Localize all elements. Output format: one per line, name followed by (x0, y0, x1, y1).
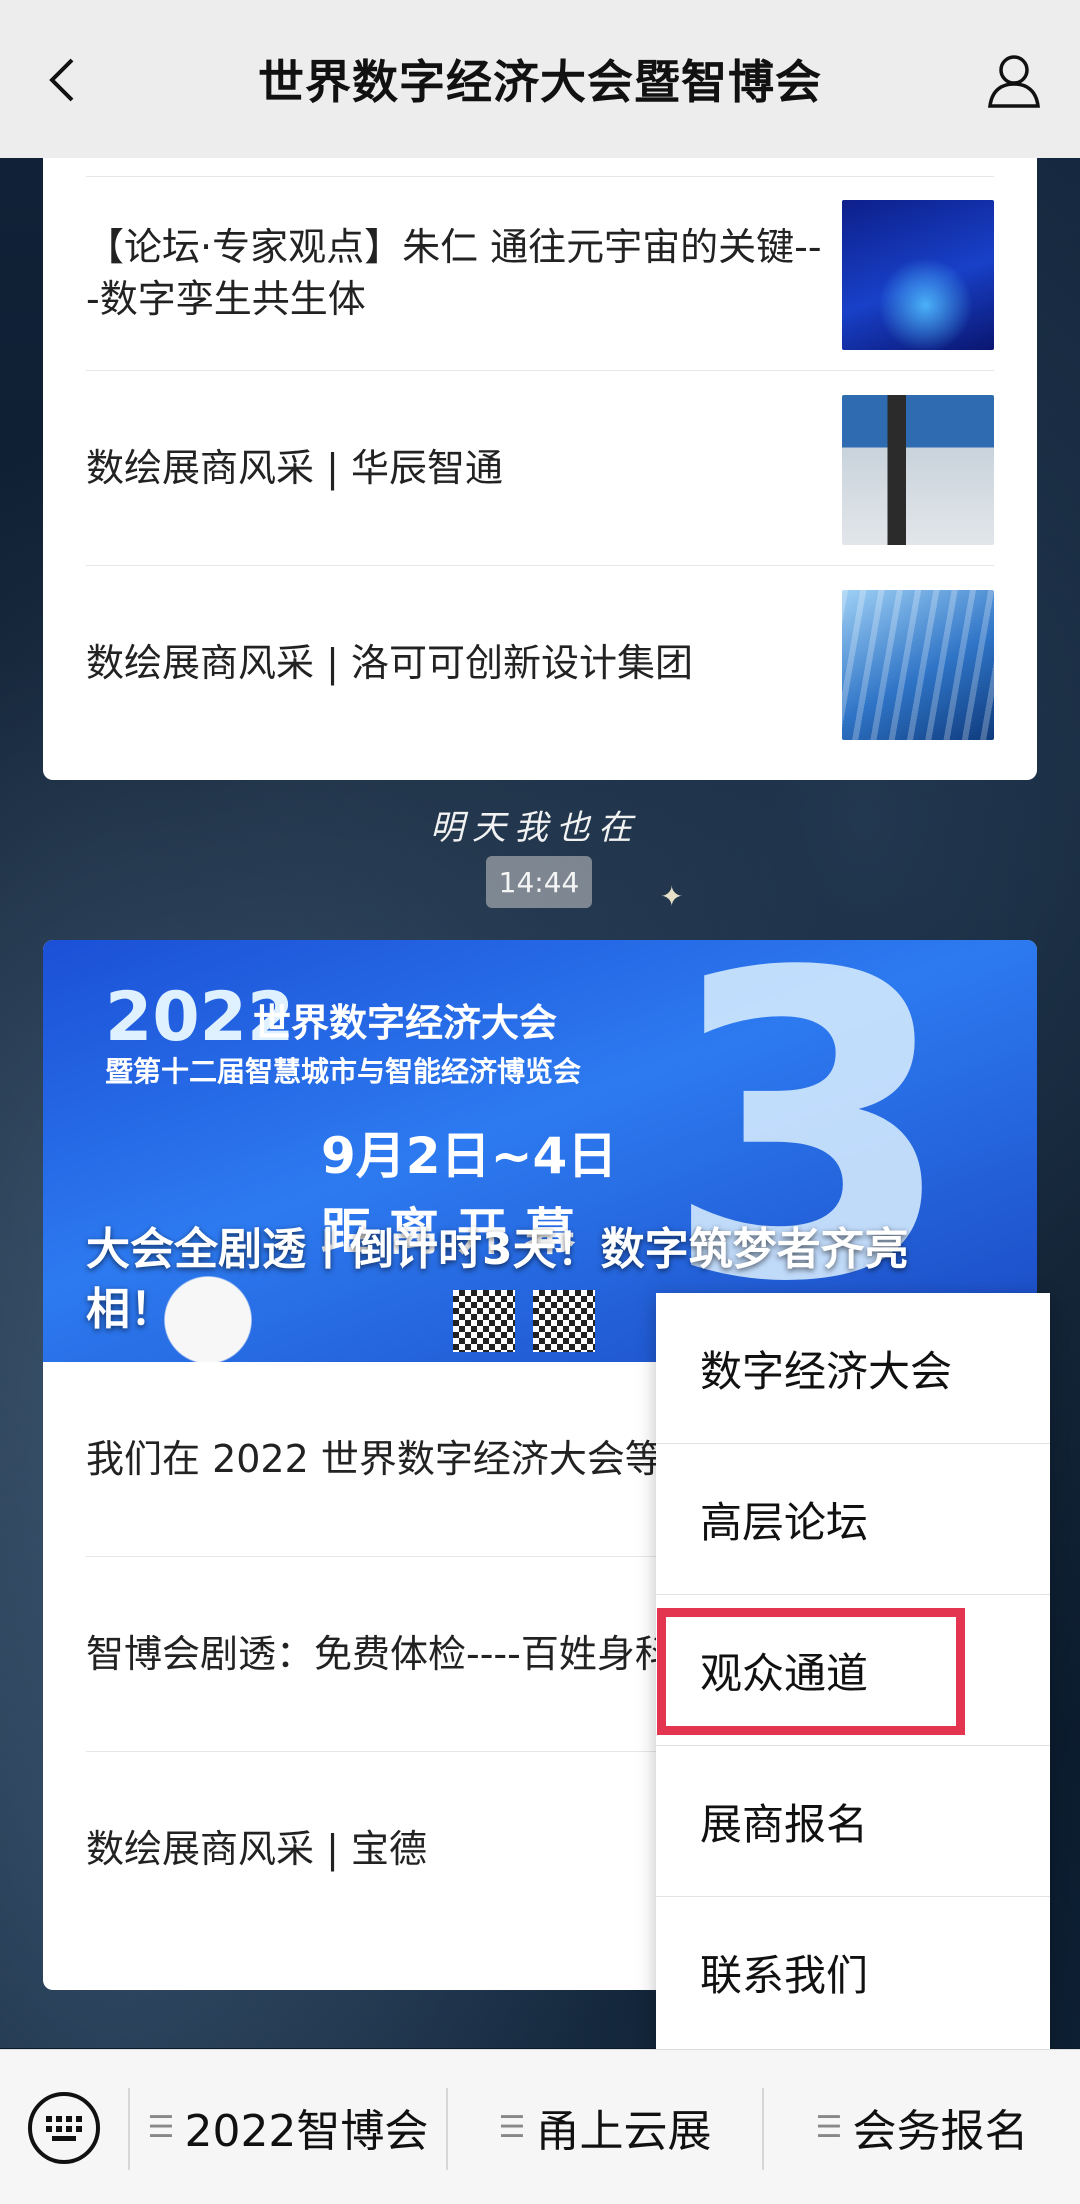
article-title: 数绘展商风采 | 洛可可创新设计集团 (86, 641, 693, 685)
menu-lines-icon: ☰ (147, 2109, 175, 2145)
article-title: 【论坛·专家观点】朱仁 通往元宇宙的关键---数字孪生共生体 (86, 225, 822, 321)
article-thumbnail (842, 200, 994, 350)
tab-label: 2022智博会 (184, 2106, 429, 2157)
chevron-left-icon[interactable] (34, 50, 94, 110)
article-title: 数绘展商风采 | 华辰智通 (86, 446, 503, 490)
user-icon[interactable] (982, 48, 1046, 112)
highlight-box (657, 1608, 965, 1735)
article-card-1: 【论坛·专家观点】朱仁 通往元宇宙的关键---数字孪生共生体 数绘展商风采 | … (43, 158, 1037, 780)
sparkle-icon: ✦ (660, 880, 684, 913)
article-item[interactable]: 数绘展商风采 | 华辰智通 (86, 371, 994, 566)
article-item[interactable]: 【论坛·专家观点】朱仁 通往元宇宙的关键---数字孪生共生体 (86, 176, 994, 371)
bottom-menu-bar: ☰ 2022智博会 ☰ 甬上云展 ☰ 会务报名 (0, 2049, 1080, 2204)
menu-lines-icon: ☰ (498, 2109, 526, 2145)
tab-registration[interactable]: ☰ 会务报名 (764, 2050, 1080, 2204)
menu-item-high-level-forum[interactable]: 高层论坛 (656, 1444, 1050, 1595)
banner-date: 9月2日~4日 (321, 1127, 618, 1185)
message-timestamp: 14:44 (486, 856, 592, 908)
menu-item-contact-us[interactable]: 联系我们 (656, 1897, 1050, 2048)
banner-subtitle: 暨第十二届智慧城市与智能经济博览会 (105, 1055, 582, 1088)
menu-item-digital-economy[interactable]: 数字经济大会 (656, 1293, 1050, 1444)
article-thumbnail (842, 395, 994, 545)
top-nav-bar: 世界数字经济大会暨智博会 (0, 0, 1080, 158)
tab-cloud-expo[interactable]: ☰ 甬上云展 (448, 2050, 762, 2204)
banner-conference: 世界数字经济大会 (253, 1001, 558, 1045)
tab-2022-expo[interactable]: ☰ 2022智博会 (130, 2050, 446, 2204)
menu-lines-icon: ☰ (815, 2109, 843, 2145)
keyboard-icon[interactable] (26, 2090, 102, 2166)
tab-label: 甬上云展 (535, 2106, 712, 2157)
tab-label: 会务报名 (852, 2106, 1029, 2157)
page-title: 世界数字经济大会暨智博会 (258, 55, 822, 109)
article-item[interactable]: 数绘展商风采 | 洛可可创新设计集团 (86, 566, 994, 760)
background-caption: 明天我也在 (430, 808, 640, 848)
menu-item-exhibitor-registration[interactable]: 展商报名 (656, 1746, 1050, 1897)
article-thumbnail (842, 590, 994, 740)
